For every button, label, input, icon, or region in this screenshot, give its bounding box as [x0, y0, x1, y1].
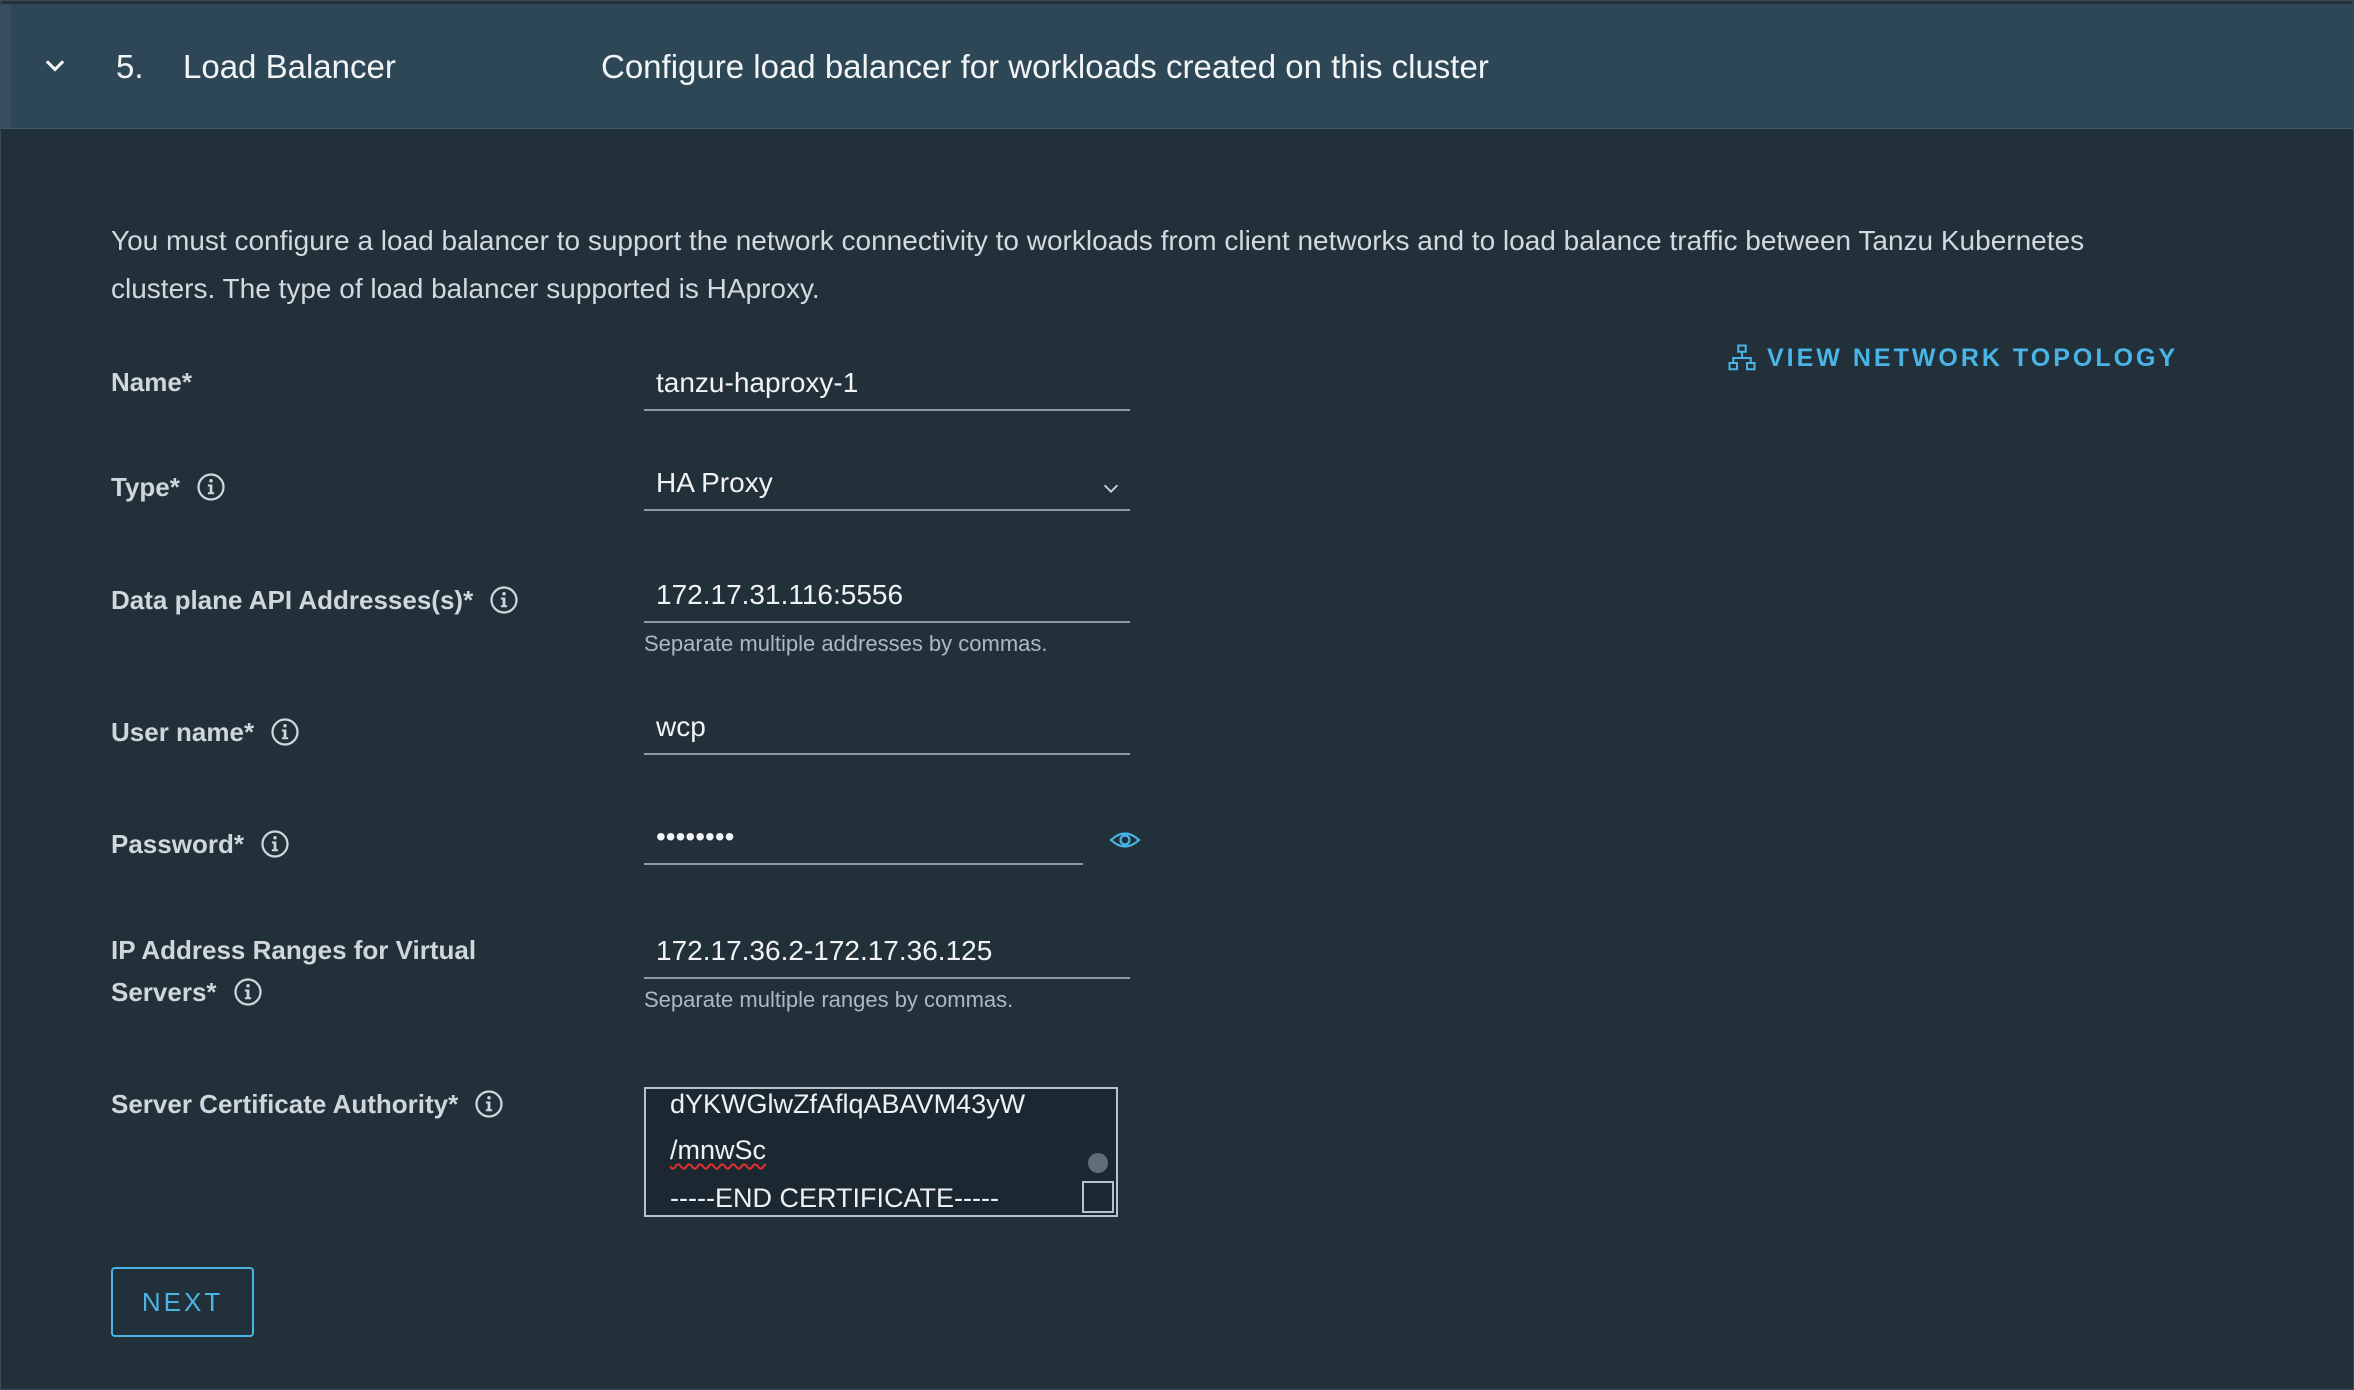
- dataplane-input[interactable]: 172.17.31.116:5556: [644, 579, 1130, 623]
- chevron-down-icon[interactable]: [41, 52, 69, 80]
- dataplane-label: Data plane API Addresses(s)*: [111, 579, 519, 621]
- info-icon[interactable]: [233, 977, 263, 1007]
- type-select[interactable]: HA Proxy: [644, 467, 1130, 511]
- ip-ranges-helper-text: Separate multiple ranges by commas.: [644, 987, 1014, 1012]
- step-description: Configure load balancer for workloads cr…: [601, 48, 1489, 85]
- username-label: User name*: [111, 711, 300, 753]
- info-icon[interactable]: [489, 585, 519, 615]
- password-label: Password*: [111, 823, 290, 865]
- password-input[interactable]: ••••••••: [644, 821, 1083, 865]
- textarea-scrollbar[interactable]: [1088, 1153, 1108, 1173]
- cert-label-text: Server Certificate Authority*: [111, 1089, 459, 1119]
- next-button[interactable]: NEXT: [111, 1267, 254, 1337]
- type-label: Type*: [111, 466, 226, 508]
- name-label: Name*: [111, 361, 192, 403]
- info-icon[interactable]: [270, 717, 300, 747]
- intro-text: You must configure a load balancer to su…: [111, 225, 2085, 304]
- view-network-topology-link[interactable]: VIEW NETWORK TOPOLOGY: [1727, 343, 2178, 373]
- dataplane-label-text: Data plane API Addresses(s)*: [111, 585, 474, 615]
- password-label-text: Password*: [111, 829, 244, 859]
- info-icon[interactable]: [196, 472, 226, 502]
- step-title: Load Balancer: [183, 48, 396, 85]
- username-input[interactable]: wcp: [644, 711, 1130, 755]
- ip-ranges-label-line1: IP Address Ranges for Virtual: [111, 935, 477, 965]
- info-icon[interactable]: [260, 829, 290, 859]
- dataplane-helper-text: Separate multiple addresses by commas.: [644, 631, 1048, 656]
- network-topology-icon: [1728, 344, 1756, 371]
- resize-handle[interactable]: [1082, 1181, 1114, 1213]
- view-network-topology-label: VIEW NETWORK TOPOLOGY: [1767, 343, 2179, 372]
- cert-textarea[interactable]: dYKWGlwZfAflqABAVM43yW /mnwSc -----END C…: [644, 1087, 1118, 1217]
- info-icon[interactable]: [474, 1089, 504, 1119]
- step-number: 5.: [116, 48, 144, 85]
- username-label-text: User name*: [111, 717, 255, 747]
- name-input[interactable]: tanzu-haproxy-1: [644, 367, 1130, 411]
- ip-ranges-label-line2-wrap: Servers*: [111, 971, 263, 1013]
- type-select-value: HA Proxy: [656, 467, 773, 498]
- cert-line: /mnwSc: [670, 1135, 767, 1165]
- ip-ranges-label: IP Address Ranges for Virtual Servers*: [111, 929, 476, 1013]
- cert-line: -----END CERTIFICATE-----: [670, 1183, 999, 1213]
- name-label-text: Name*: [111, 367, 192, 397]
- type-label-text: Type*: [111, 472, 180, 502]
- ip-ranges-input[interactable]: 172.17.36.2-172.17.36.125: [644, 935, 1130, 979]
- chevron-down-icon: [1103, 484, 1119, 493]
- step-header[interactable]: 5. Load Balancer Configure load balancer…: [1, 4, 2353, 129]
- ip-ranges-label-line2: Servers*: [111, 977, 217, 1007]
- cert-line: dYKWGlwZfAflqABAVM43yW: [670, 1089, 1026, 1119]
- wizard-step-panel: 5. Load Balancer Configure load balancer…: [0, 0, 2354, 1390]
- show-password-eye-icon[interactable]: [1109, 827, 1141, 853]
- cert-label: Server Certificate Authority*: [111, 1083, 504, 1125]
